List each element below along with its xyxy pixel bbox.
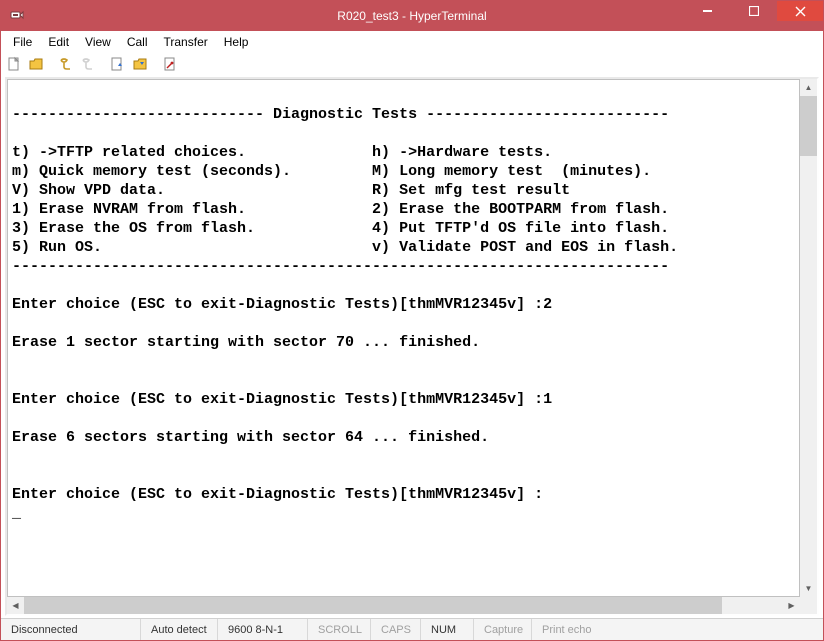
title-bar[interactable]: R020_test3 - HyperTerminal — [1, 1, 823, 31]
menu-file[interactable]: File — [5, 34, 40, 50]
properties-button[interactable] — [159, 53, 181, 75]
minimize-button[interactable] — [685, 1, 731, 21]
scroll-corner — [800, 597, 817, 614]
status-echo: Print echo — [532, 619, 823, 640]
app-window: R020_test3 - HyperTerminal File Edit Vie… — [0, 0, 824, 641]
scroll-left-button[interactable]: ◀ — [7, 597, 24, 614]
scroll-down-button[interactable]: ▼ — [800, 580, 817, 597]
toolbar — [1, 51, 823, 77]
maximize-button[interactable] — [731, 1, 777, 21]
status-scroll: SCROLL — [308, 619, 371, 640]
new-button[interactable] — [3, 53, 25, 75]
menu-call[interactable]: Call — [119, 34, 156, 50]
menu-edit[interactable]: Edit — [40, 34, 77, 50]
horizontal-scroll-track[interactable] — [24, 597, 783, 614]
call-button[interactable] — [55, 53, 77, 75]
client-area: ---------------------------- Diagnostic … — [5, 77, 819, 616]
app-icon — [9, 8, 25, 24]
vertical-scroll-track[interactable] — [800, 96, 817, 580]
status-caps: CAPS — [371, 619, 421, 640]
horizontal-scroll-thumb[interactable] — [24, 597, 722, 614]
menu-view[interactable]: View — [77, 34, 119, 50]
close-button[interactable] — [777, 1, 823, 21]
disconnect-button[interactable] — [77, 53, 99, 75]
scroll-right-button[interactable]: ▶ — [783, 597, 800, 614]
status-params: 9600 8-N-1 — [218, 619, 308, 640]
scroll-up-button[interactable]: ▲ — [800, 79, 817, 96]
terminal-text: ---------------------------- Diagnostic … — [8, 80, 799, 527]
status-connection: Disconnected — [1, 619, 141, 640]
status-detect: Auto detect — [141, 619, 218, 640]
receive-button[interactable] — [129, 53, 151, 75]
send-button[interactable] — [107, 53, 129, 75]
vertical-scroll-thumb[interactable] — [800, 96, 817, 156]
terminal-viewport[interactable]: ---------------------------- Diagnostic … — [7, 79, 800, 597]
status-bar: Disconnected Auto detect 9600 8-N-1 SCRO… — [1, 618, 823, 640]
menu-help[interactable]: Help — [216, 34, 257, 50]
vertical-scrollbar[interactable]: ▲ ▼ — [800, 79, 817, 597]
horizontal-scrollbar[interactable]: ◀ ▶ — [7, 597, 800, 614]
menu-bar: File Edit View Call Transfer Help — [1, 31, 823, 51]
status-num: NUM — [421, 619, 474, 640]
status-capture: Capture — [474, 619, 532, 640]
menu-transfer[interactable]: Transfer — [156, 34, 216, 50]
open-button[interactable] — [25, 53, 47, 75]
